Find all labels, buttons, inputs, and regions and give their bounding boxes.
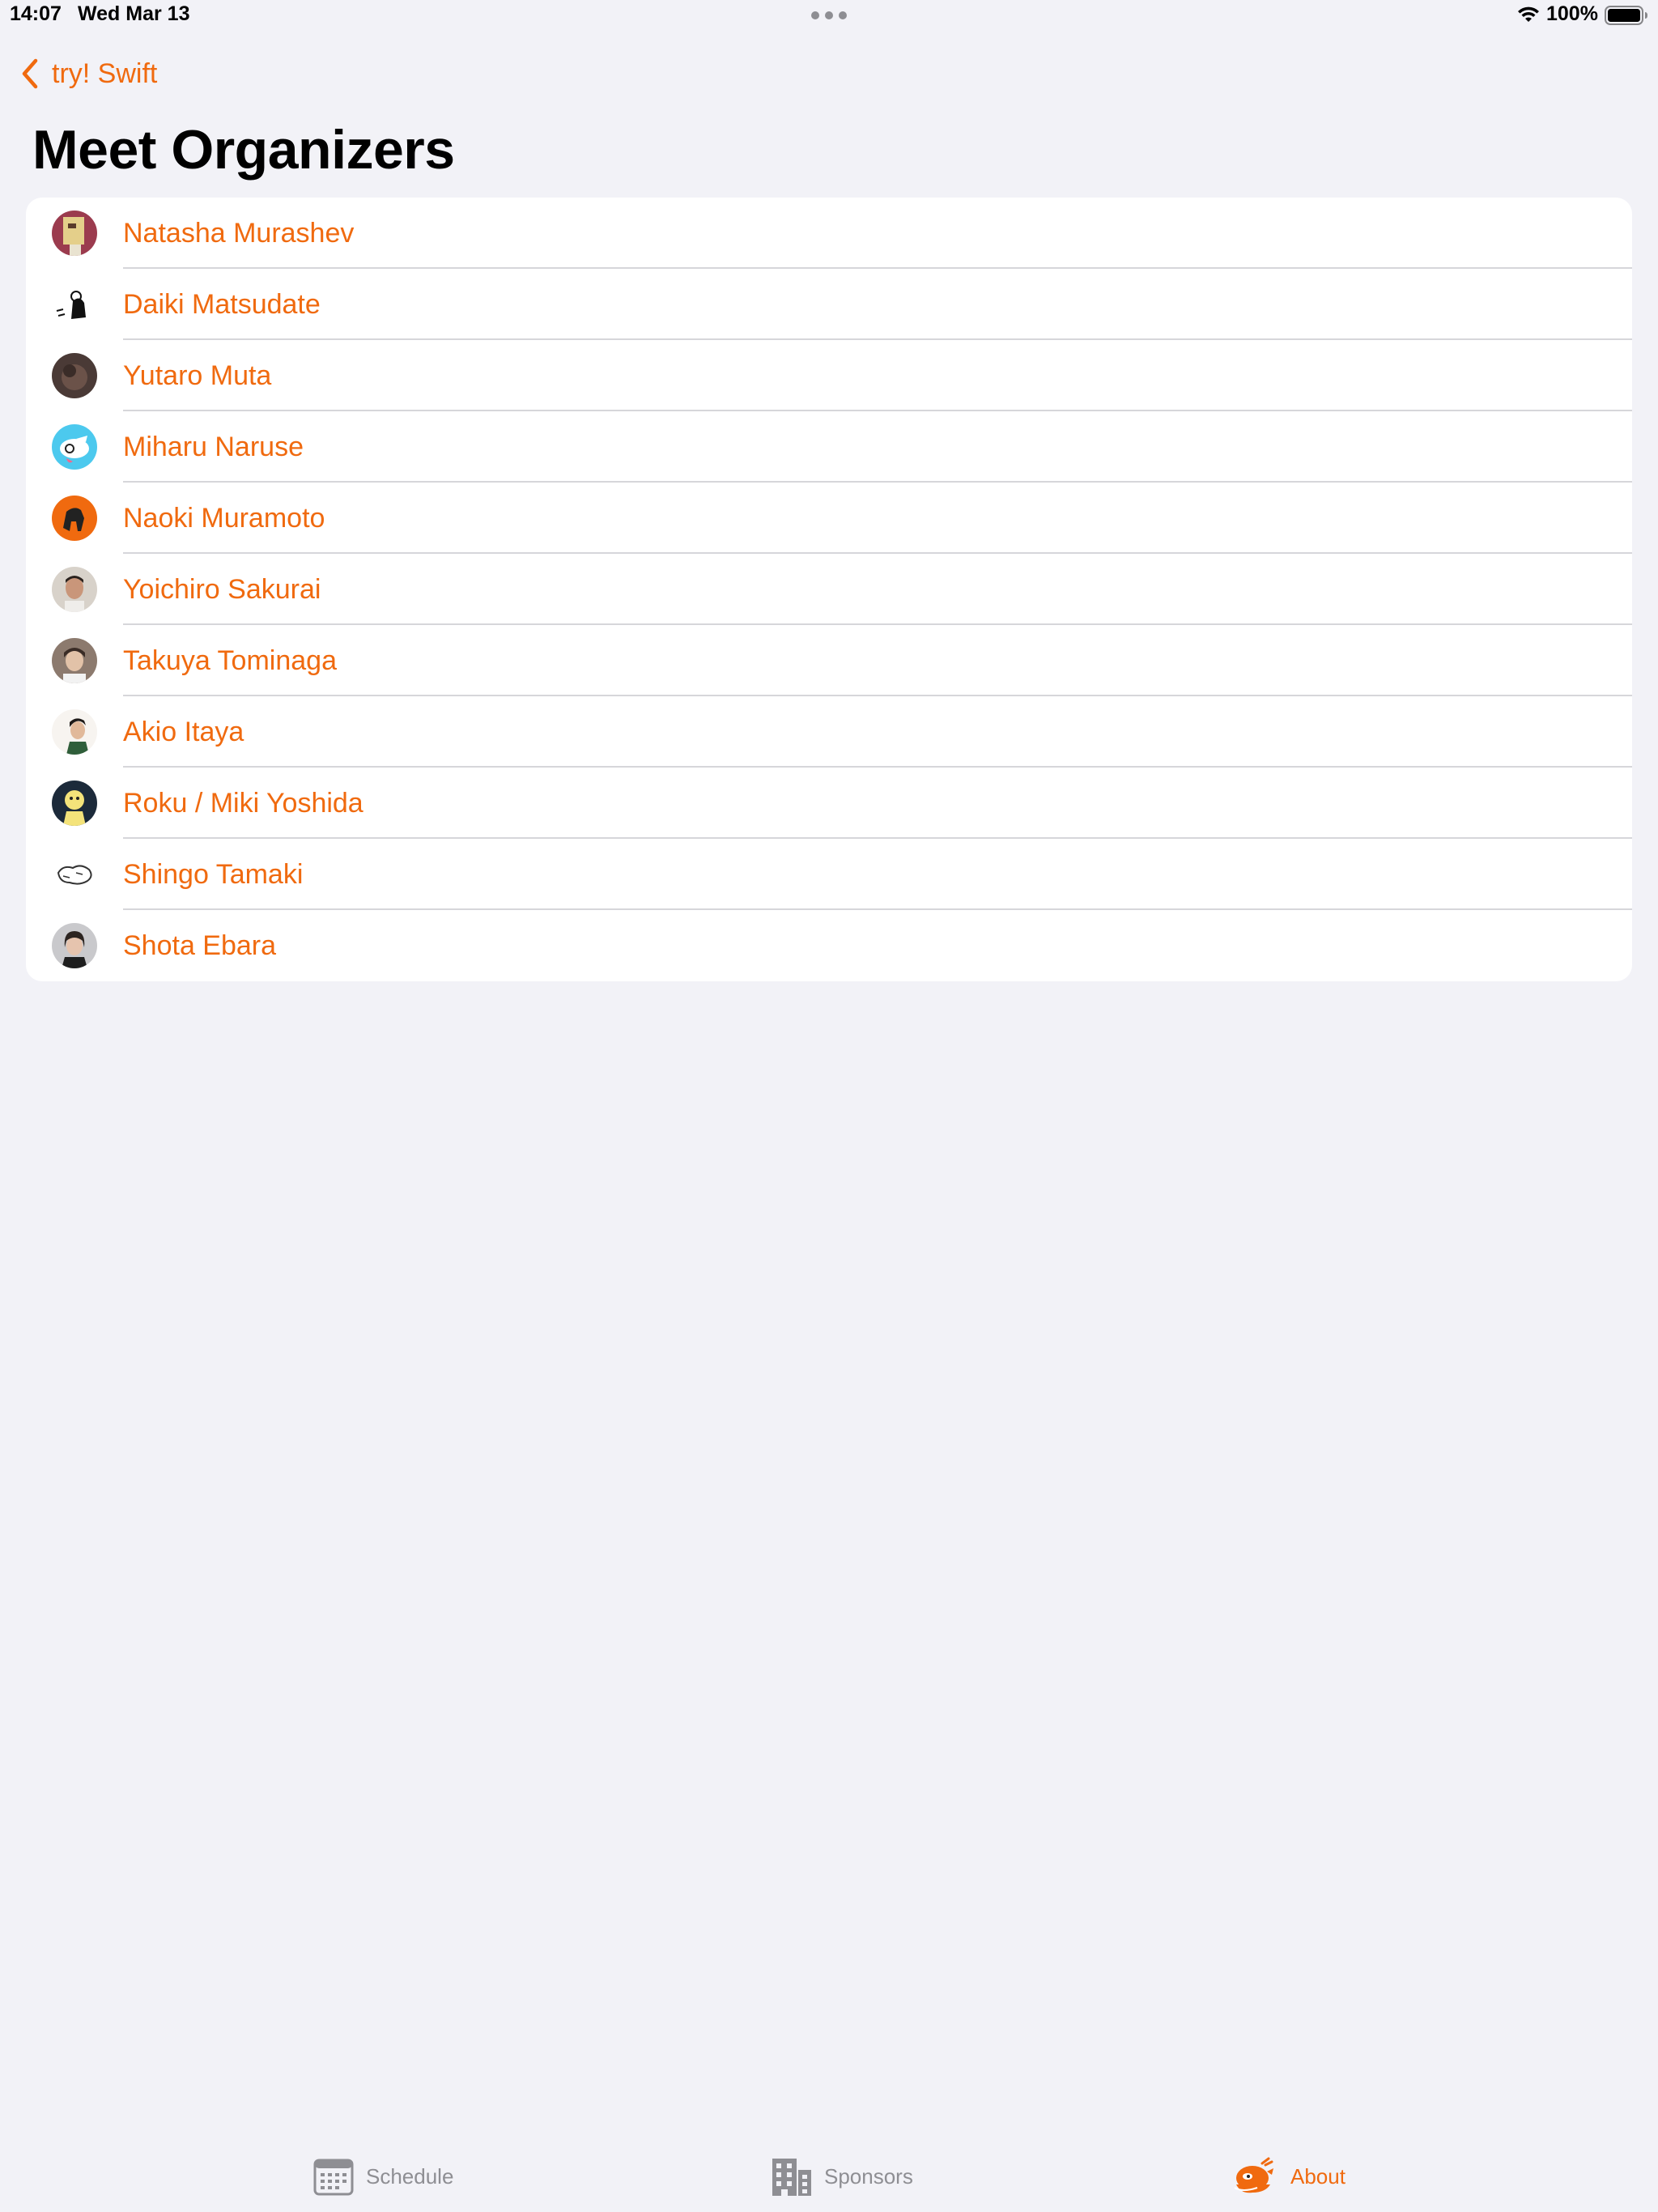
status-date: Wed Mar 13	[78, 2, 190, 25]
tab-label: Schedule	[366, 2163, 454, 2189]
organizer-name: Shota Ebara	[123, 930, 277, 961]
list-item[interactable]: Akio Itaya	[26, 696, 1632, 768]
status-bar: 14:07 Wed Mar 13 100%	[0, 0, 1658, 36]
list-item[interactable]: Natasha Murashev	[26, 198, 1632, 269]
organizer-name: Yutaro Muta	[123, 360, 272, 391]
list-item[interactable]: Takuya Tominaga	[26, 625, 1632, 696]
battery-percent: 100%	[1546, 2, 1598, 25]
organizer-name: Akio Itaya	[123, 717, 244, 747]
avatar	[52, 638, 97, 683]
list-item[interactable]: Yutaro Muta	[26, 340, 1632, 411]
bird-mascot-icon	[1234, 2157, 1273, 2193]
list-item[interactable]: Shingo Tamaki	[26, 839, 1632, 910]
organizer-name: Naoki Muramoto	[123, 503, 325, 534]
avatar	[52, 709, 97, 755]
tab-label: About	[1290, 2163, 1346, 2189]
tab-schedule[interactable]: Schedule	[312, 2155, 453, 2197]
avatar	[52, 211, 97, 256]
battery-icon	[1605, 6, 1647, 25]
avatar	[52, 424, 97, 470]
wifi-icon	[1518, 6, 1539, 22]
avatar	[52, 353, 97, 398]
avatar	[52, 852, 97, 897]
building-icon	[772, 2159, 811, 2196]
list-item[interactable]: Naoki Muramoto	[26, 483, 1632, 554]
organizer-name: Yoichiro Sakurai	[123, 574, 321, 605]
tab-label: Sponsors	[824, 2163, 913, 2189]
list-item[interactable]: Miharu Naruse	[26, 411, 1632, 483]
organizer-name: Shingo Tamaki	[123, 859, 304, 890]
tab-sponsors[interactable]: Sponsors	[771, 2155, 913, 2197]
organizer-name: Takuya Tominaga	[123, 645, 337, 676]
status-time: 14:07	[10, 2, 62, 25]
page-title: Meet Organizers	[32, 119, 455, 181]
avatar	[52, 567, 97, 612]
avatar	[52, 923, 97, 968]
tab-about[interactable]: About	[1229, 2155, 1346, 2197]
list-item[interactable]: Shota Ebara	[26, 910, 1632, 981]
multitasking-dots-icon[interactable]	[811, 11, 847, 19]
list-item[interactable]: Daiki Matsudate	[26, 269, 1632, 340]
calendar-icon	[313, 2159, 354, 2196]
chevron-left-icon	[22, 58, 38, 89]
organizer-name: Miharu Naruse	[123, 432, 304, 462]
avatar	[52, 282, 97, 327]
organizer-list: Natasha Murashev Daiki Matsudate Yutaro …	[26, 198, 1632, 981]
back-button[interactable]: try! Swift	[19, 52, 157, 96]
back-label: try! Swift	[52, 57, 158, 89]
avatar	[52, 496, 97, 541]
list-item[interactable]: Yoichiro Sakurai	[26, 554, 1632, 625]
list-item[interactable]: Roku / Miki Yoshida	[26, 768, 1632, 839]
avatar	[52, 781, 97, 826]
tab-bar: Schedule Sponsors About	[0, 2126, 1658, 2212]
organizer-name: Daiki Matsudate	[123, 289, 321, 320]
organizer-name: Roku / Miki Yoshida	[123, 788, 363, 819]
organizer-name: Natasha Murashev	[123, 218, 355, 249]
